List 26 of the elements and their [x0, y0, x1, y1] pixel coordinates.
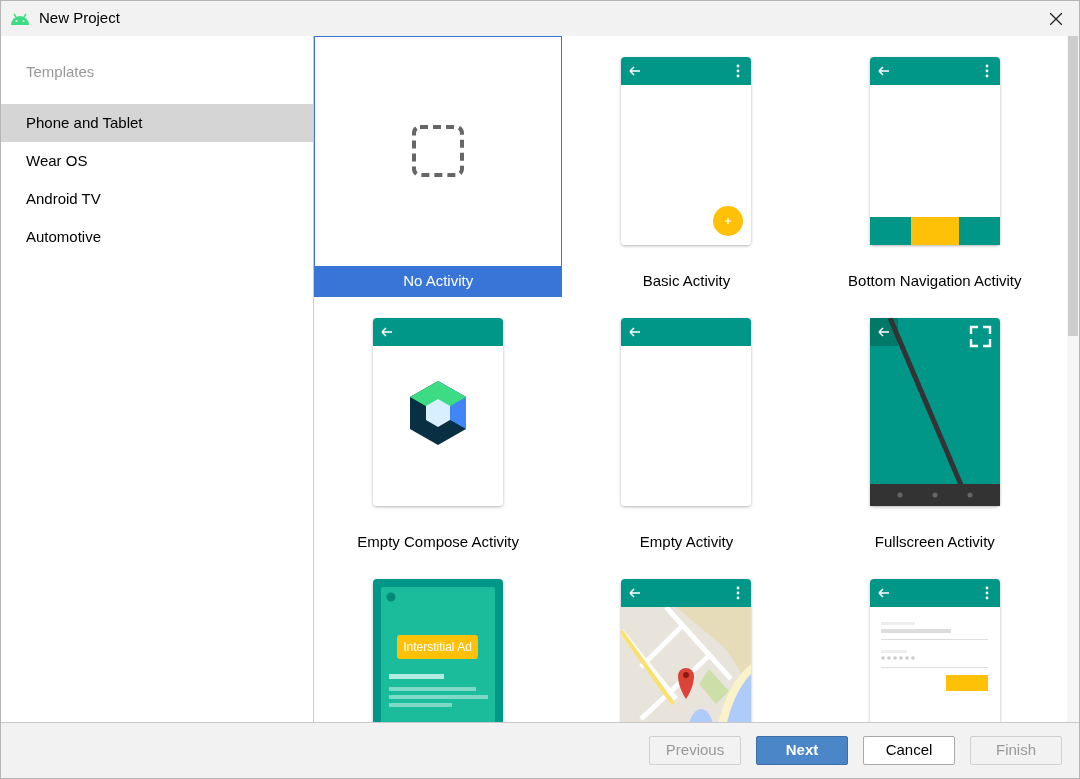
ad-label: Interstitial Ad — [397, 635, 478, 659]
sidebar-item[interactable]: Automotive — [1, 218, 313, 256]
dashed-square-drawing — [412, 125, 465, 177]
template-label: Fullscreen Activity — [873, 531, 996, 552]
template-label: Basic Activity — [641, 270, 732, 291]
close-icon — [1050, 12, 1062, 25]
sidebar-item[interactable]: Android TV — [1, 180, 313, 218]
sidebar-item[interactable]: Phone and Tablet — [1, 104, 313, 142]
scrollbar[interactable] — [1067, 36, 1079, 722]
template-card[interactable]: Bottom Navigation Activity — [810, 36, 1059, 297]
window-title: New Project — [39, 8, 121, 29]
sidebar-heading: Templates — [25, 62, 96, 82]
template-label: Empty Activity — [638, 531, 735, 552]
scrollbar-thumb[interactable] — [1068, 36, 1078, 336]
android-logo-icon — [10, 12, 30, 25]
template-card[interactable]: Fullscreen Activity — [810, 297, 1059, 558]
template-card[interactable]: Empty Compose Activity — [314, 297, 563, 558]
template-label: No Activity — [315, 266, 562, 296]
dialog-button[interactable]: Cancel — [863, 736, 955, 765]
template-card[interactable]: No Activity — [314, 36, 563, 297]
template-label: Bottom Navigation Activity — [847, 270, 1023, 291]
sidebar-item[interactable]: Wear OS — [1, 142, 313, 180]
dialog-button[interactable]: Next — [756, 736, 848, 765]
template-label: Empty Compose Activity — [356, 531, 520, 552]
template-card[interactable]: Basic Activity — [562, 36, 811, 297]
template-card[interactable]: Empty Activity — [562, 297, 811, 558]
